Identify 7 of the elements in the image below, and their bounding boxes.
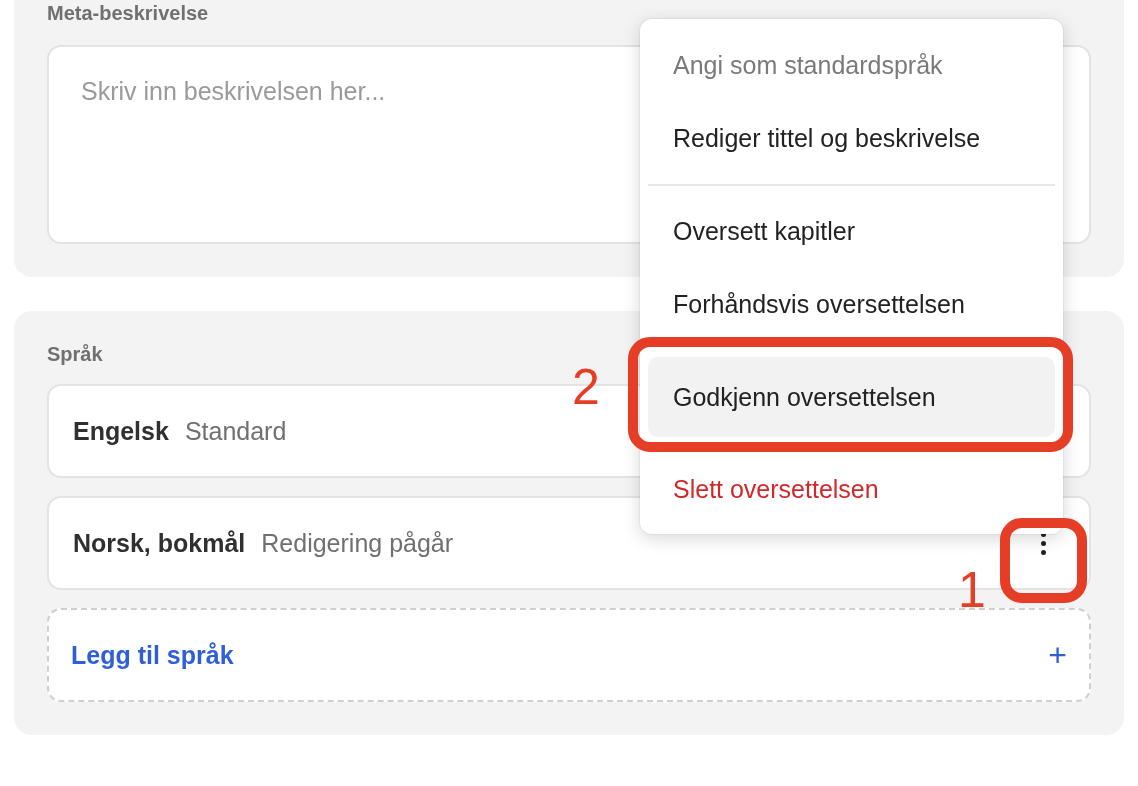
section-label: Språk <box>47 343 104 366</box>
language-status: Redigering pågår <box>261 528 454 558</box>
language-status: Standard <box>184 416 287 446</box>
language-name: Norsk, bokmål <box>73 528 246 558</box>
language-name: Engelsk <box>73 416 169 446</box>
plus-icon: + <box>1048 636 1067 674</box>
field-label: Meta-beskrivelse <box>47 2 210 25</box>
